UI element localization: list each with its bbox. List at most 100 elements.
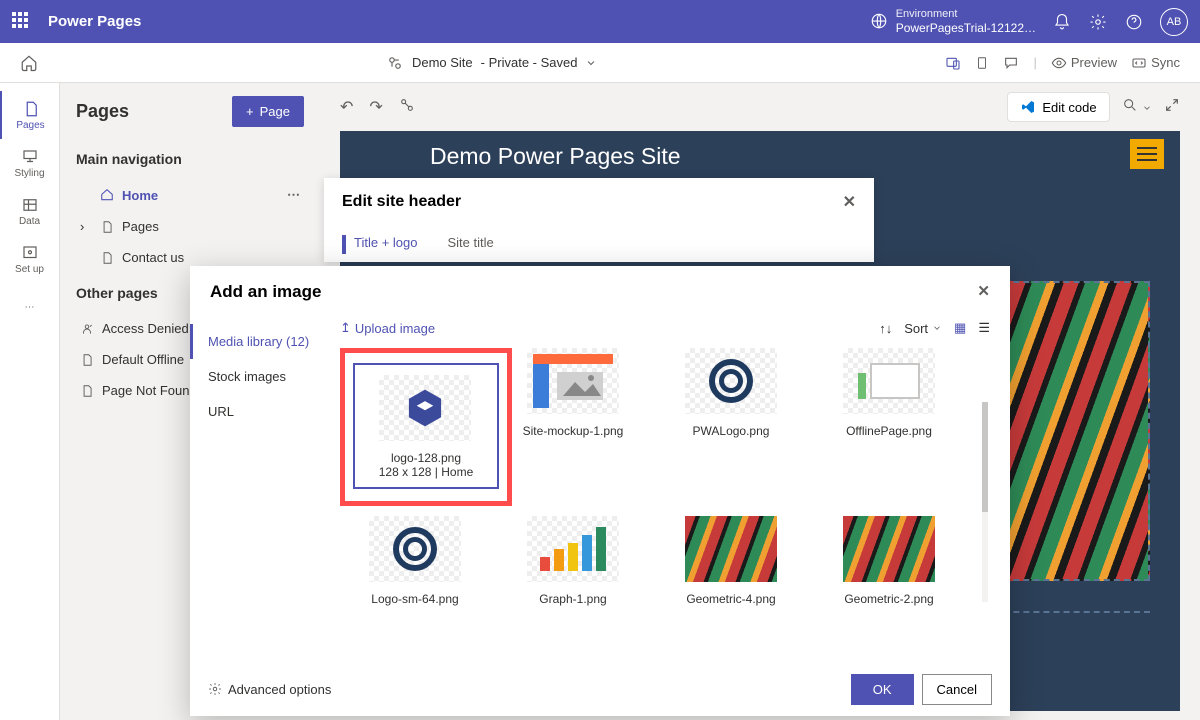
rail-pages-label: Pages	[16, 120, 44, 131]
thumb-name: PWALogo.png	[693, 424, 770, 438]
thumbnail[interactable]: Site-mockup-1.png	[498, 348, 648, 506]
edit-code-label: Edit code	[1042, 100, 1096, 115]
bell-icon[interactable]	[1052, 12, 1072, 32]
environment-value: PowerPagesTrial-12122…	[896, 21, 1036, 35]
thumbnail[interactable]: Geometric-4.png	[656, 516, 806, 606]
add-page-button[interactable]: +Page	[232, 96, 304, 127]
chevron-right-icon: ›	[80, 219, 92, 234]
home-icon[interactable]	[20, 54, 38, 72]
gear-icon[interactable]	[1088, 12, 1108, 32]
rail-data-label: Data	[19, 216, 40, 227]
thumbnail[interactable]: OfflinePage.png	[814, 348, 964, 506]
sort-direction-icon[interactable]: ↑↓	[879, 321, 892, 336]
modal-title: Add an image	[210, 282, 321, 302]
thumbnail[interactable]: Graph-1.png	[498, 516, 648, 606]
thumbnail[interactable]: PWALogo.png	[656, 348, 806, 506]
rail-data[interactable]: Data	[0, 187, 60, 235]
page-icon	[100, 251, 114, 265]
sync-icon	[1131, 55, 1147, 71]
help-icon[interactable]	[1124, 12, 1144, 32]
link-icon[interactable]	[399, 97, 415, 118]
rail-setup[interactable]: Set up	[0, 235, 60, 283]
sort-label: Sort	[904, 321, 928, 336]
app-topbar: Power Pages Environment PowerPagesTrial-…	[0, 0, 1200, 43]
close-icon[interactable]: ✕	[843, 192, 856, 212]
undo-icon[interactable]: ↶	[340, 97, 353, 118]
thumbnail[interactable]: logo-128.png 128 x 128 | Home	[340, 348, 512, 506]
home-icon	[100, 188, 114, 202]
hamburger-button[interactable]	[1130, 139, 1164, 169]
geometric-icon	[685, 516, 777, 582]
site-meta: - Private - Saved	[481, 55, 578, 70]
chevron-down-icon	[585, 57, 597, 69]
left-rail: Pages Styling Data Set up ⋯	[0, 83, 60, 720]
divider: |	[1033, 55, 1036, 70]
gear-icon	[208, 682, 222, 696]
tab-title-logo[interactable]: Title + logo	[342, 235, 417, 254]
edit-header-panel: Edit site header ✕ Title + logo Site tit…	[324, 178, 874, 262]
subheader: Demo Site - Private - Saved | Preview Sy…	[0, 43, 1200, 83]
more-icon[interactable]: ⋯	[287, 187, 300, 203]
edit-header-title: Edit site header	[342, 193, 461, 211]
page-icon	[80, 384, 94, 398]
thumb-name: Logo-sm-64.png	[371, 592, 458, 606]
upload-label: Upload image	[355, 321, 435, 336]
rail-pages[interactable]: Pages	[0, 91, 60, 139]
thumbnail[interactable]: Logo-sm-64.png	[340, 516, 490, 606]
sort-button[interactable]: Sort	[904, 321, 942, 336]
grid-view-icon[interactable]: ▦	[954, 320, 966, 336]
close-icon[interactable]: ✕	[977, 282, 990, 302]
offline-icon	[858, 363, 920, 399]
waffle-icon[interactable]	[12, 12, 32, 32]
side-stock-images[interactable]: Stock images	[190, 359, 340, 394]
advanced-options[interactable]: Advanced options	[208, 682, 331, 697]
nav-item-home[interactable]: Home ⋯	[76, 179, 304, 211]
cancel-button[interactable]: Cancel	[922, 674, 992, 705]
thumbnail[interactable]: Geometric-2.png	[814, 516, 964, 606]
nav-label: Home	[122, 188, 158, 203]
side-url[interactable]: URL	[190, 394, 340, 429]
thumb-name: Geometric-4.png	[686, 592, 775, 606]
thumb-name: Graph-1.png	[539, 592, 606, 606]
zoom-icon[interactable]	[1122, 97, 1152, 118]
environment-label: Environment	[896, 8, 1036, 21]
pages-title: Pages	[76, 101, 129, 122]
geometric-icon	[843, 516, 935, 582]
upload-image-button[interactable]: ↥ Upload image	[340, 320, 435, 336]
rail-styling[interactable]: Styling	[0, 139, 60, 187]
spiral-icon	[393, 527, 437, 571]
rail-more[interactable]: ⋯	[0, 283, 60, 331]
add-image-modal: Add an image ✕ Media library (12) Stock …	[190, 266, 1010, 716]
comment-icon[interactable]	[1003, 55, 1019, 71]
redo-icon[interactable]: ↷	[369, 97, 382, 118]
advanced-label: Advanced options	[228, 682, 331, 697]
avatar[interactable]: AB	[1160, 8, 1188, 36]
side-media-library[interactable]: Media library (12)	[190, 324, 340, 359]
scrollbar[interactable]	[982, 402, 988, 602]
tablet-icon[interactable]	[975, 55, 989, 71]
site-picker[interactable]: Demo Site - Private - Saved	[386, 54, 598, 72]
expand-icon[interactable]	[1164, 97, 1180, 118]
brand-label: Power Pages	[48, 13, 141, 30]
nav-label: Contact us	[122, 250, 184, 265]
responsive-icon[interactable]	[945, 55, 961, 71]
ok-button[interactable]: OK	[851, 674, 914, 705]
tab-site-title[interactable]: Site title	[447, 235, 493, 254]
edit-code-button[interactable]: Edit code	[1007, 92, 1109, 122]
nav-main-heading: Main navigation	[76, 139, 304, 179]
rail-styling-label: Styling	[14, 168, 44, 179]
upload-icon: ↥	[340, 320, 351, 336]
list-view-icon[interactable]: ☰	[978, 320, 990, 336]
sync-button[interactable]: Sync	[1131, 55, 1180, 71]
chevron-down-icon	[932, 323, 942, 333]
thumb-name: Site-mockup-1.png	[523, 424, 624, 438]
preview-label: Preview	[1071, 55, 1117, 70]
nav-label: Access Denied	[102, 321, 189, 336]
environment-picker[interactable]: Environment PowerPagesTrial-12122…	[870, 8, 1036, 36]
rail-setup-label: Set up	[15, 264, 44, 275]
nav-label: Page Not Found	[102, 383, 197, 398]
lock-icon	[80, 322, 94, 336]
preview-button[interactable]: Preview	[1051, 55, 1117, 71]
site-icon	[386, 54, 404, 72]
nav-item-pages[interactable]: ›Pages	[76, 211, 304, 242]
